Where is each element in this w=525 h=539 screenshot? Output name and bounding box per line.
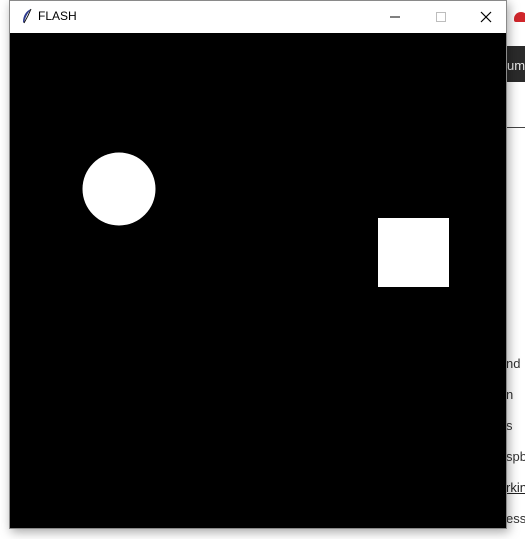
background-text-line: spb: [506, 449, 525, 464]
background-toolbar-text: um: [507, 58, 525, 73]
title-bar[interactable]: FLASH: [10, 1, 506, 32]
maximize-button[interactable]: [418, 1, 464, 32]
background-link[interactable]: rkin: [506, 480, 525, 495]
white-circle: [82, 152, 156, 226]
window-title: FLASH: [38, 9, 77, 23]
minimize-button[interactable]: [372, 1, 418, 32]
background-text-line: nd I: [506, 356, 525, 371]
drawing-canvas[interactable]: [10, 33, 506, 528]
maximize-icon: [436, 11, 446, 22]
redhat-icon: [514, 12, 525, 22]
close-button[interactable]: [463, 1, 509, 32]
white-square: [378, 218, 449, 287]
minimize-icon: [390, 16, 400, 17]
background-text-line: n: [506, 387, 514, 402]
background-text-line: ess: [506, 511, 525, 526]
feather-icon: [20, 8, 34, 24]
close-icon: [480, 11, 492, 22]
background-divider: [505, 127, 525, 128]
flash-window: FLASH: [9, 0, 507, 529]
